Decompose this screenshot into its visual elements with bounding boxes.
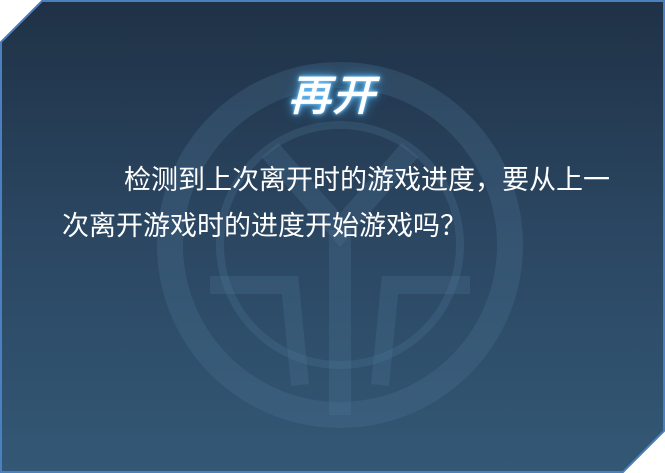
dialog-title: 再开 bbox=[288, 71, 377, 120]
dialog-message: 检测到上次离开时的游戏进度，要从上一次离开游戏时的进度开始游戏吗？ bbox=[62, 165, 610, 242]
resume-dialog: 再开 检测到上次离开时的游戏进度，要从上一次离开游戏时的进度开始游戏吗？ bbox=[0, 0, 665, 473]
